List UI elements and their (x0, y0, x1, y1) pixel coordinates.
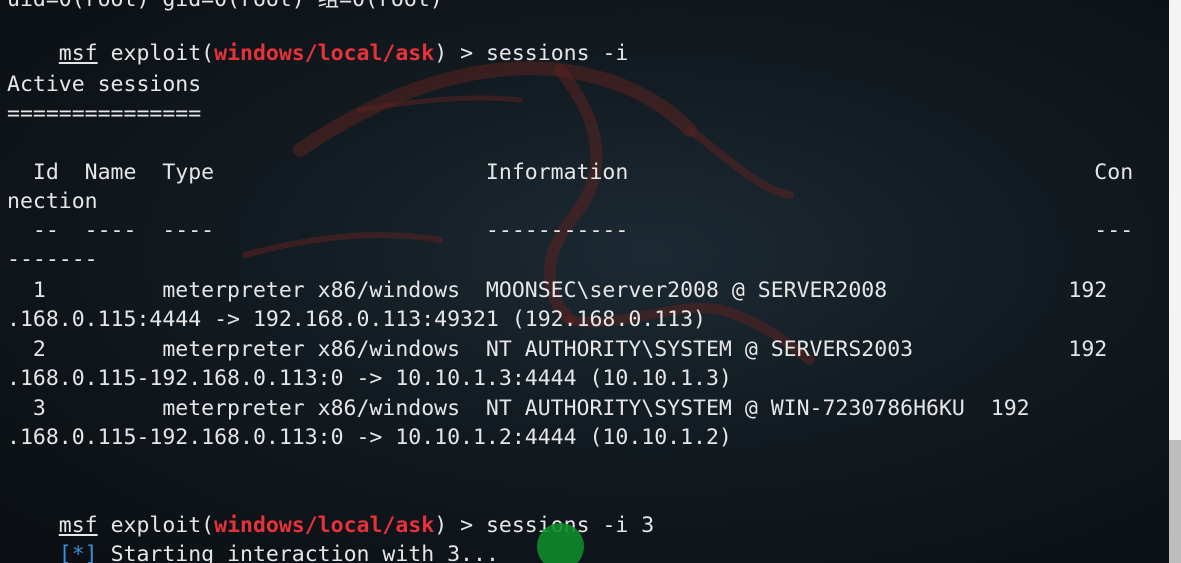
session-row-3: 3 meterpreter x86/windows NT AUTHORITY\S… (7, 396, 1030, 421)
active-sessions-title: Active sessions (7, 72, 202, 97)
session-row-2: 2 meterpreter x86/windows NT AUTHORITY\S… (7, 337, 1108, 362)
prompt-module: windows/local/ask (214, 41, 435, 66)
table-header-line2: nection (7, 189, 98, 214)
table-header-line1: Id Name Type Information Con (7, 160, 1134, 185)
session-row-1: 1 meterpreter x86/windows MOONSEC\server… (7, 278, 1108, 303)
session-row-3-cont: .168.0.115-192.168.0.113:0 -> 10.10.1.2:… (7, 425, 732, 450)
prompt-exploit-prefix: exploit( (97, 41, 215, 66)
command-text: sessions -i (485, 41, 629, 66)
session-row-2-cont: .168.0.115-192.168.0.113:0 -> 10.10.1.3:… (7, 366, 732, 391)
terminal-window[interactable]: uid=0(root) gid=0(root) 组=0(root) msf ex… (0, 0, 1181, 563)
session-row-1-cont: .168.0.115:4444 -> 192.168.0.113:49321 (… (7, 307, 706, 332)
status-line: [*] Starting interaction with 3... (7, 511, 499, 563)
prompt-line-2: msf exploit(windows/local/ask) > session… (7, 482, 654, 538)
table-dashes-line1: -- ---- ---- ----------- --- (7, 218, 1134, 243)
table-dashes-line2: ------- (7, 247, 98, 272)
cursor-dot-icon (537, 523, 584, 563)
prompt-line-1: msf exploit(windows/local/ask) > session… (7, 10, 629, 66)
status-marker: [*] (58, 542, 98, 563)
prompt-suffix: ) > (434, 41, 486, 66)
status-text: Starting interaction with 3... (97, 542, 499, 563)
scrollbar-thumb[interactable] (1169, 440, 1181, 563)
vertical-scrollbar[interactable] (1169, 0, 1181, 563)
title-underline: =============== (7, 101, 202, 126)
prompt-msf: msf (58, 41, 98, 66)
